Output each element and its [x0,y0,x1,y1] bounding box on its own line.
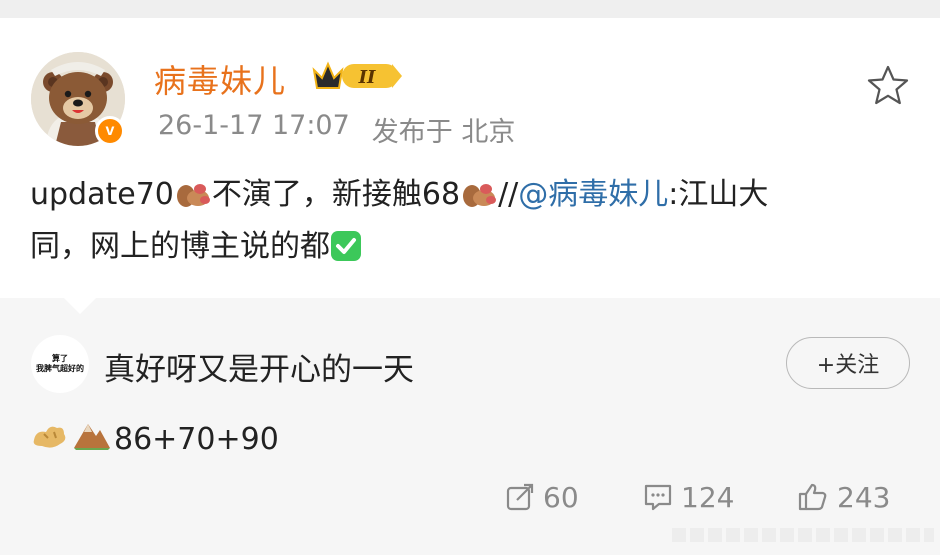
verified-badge-icon: v [95,116,125,146]
post-meta: 26-1-17 17:07 发布于 北京 [158,110,515,149]
post-text-part3: // [498,177,519,212]
post-text-part4: :江山大 [668,177,769,212]
card-notch [64,298,96,314]
comment-text: 真好呀又是开心的一天 [104,352,414,388]
post-text-part1: update70 [30,177,174,212]
username[interactable]: 病毒妹儿 [154,56,286,102]
ginger-emoji-icon [30,418,70,460]
top-divider [0,0,940,18]
level-badge-text: II [358,67,376,88]
post-text-line2: 同，网上的博主说的都 [30,229,330,264]
commenter-avatar-line2: 我脾气超好的 [36,364,84,373]
mention-link[interactable]: @病毒妹儿 [518,177,668,212]
post-text: update70 不演了，新接触68 //@病毒妹儿:江山大 同，网上的博主说的都 [30,172,920,276]
comment-button[interactable]: 124 [643,478,734,516]
like-count: 243 [837,480,891,514]
repost-icon [506,483,534,511]
check-mark-emoji-icon [330,230,362,276]
post-location: 发布于 北京 [371,117,516,148]
comment-icon [644,484,672,511]
favorite-star-icon[interactable] [866,64,910,106]
commenter-avatar-line1: 算了 [52,354,68,363]
commenter-avatar[interactable]: 算了 我脾气超好的 [31,335,89,393]
post-text-part2: 不演了，新接触68 [211,177,461,212]
mountain-emoji-icon [72,418,112,460]
follow-button[interactable]: +关注 [786,337,910,389]
repost-count: 60 [543,480,579,514]
repost-button[interactable]: 60 [505,478,579,516]
score-line: 86+70+90 [30,418,279,460]
peanut-emoji-icon [460,176,498,224]
thumbs-up-icon [798,483,827,511]
peanut-emoji-icon [174,176,212,224]
like-button[interactable]: 243 [797,478,890,516]
watermark [672,528,934,542]
member-level-crown-icon[interactable]: II [312,58,406,92]
comment-count: 124 [681,480,735,514]
post-date: 26-1-17 17:07 [158,110,350,141]
score-text: 86+70+90 [114,421,279,457]
